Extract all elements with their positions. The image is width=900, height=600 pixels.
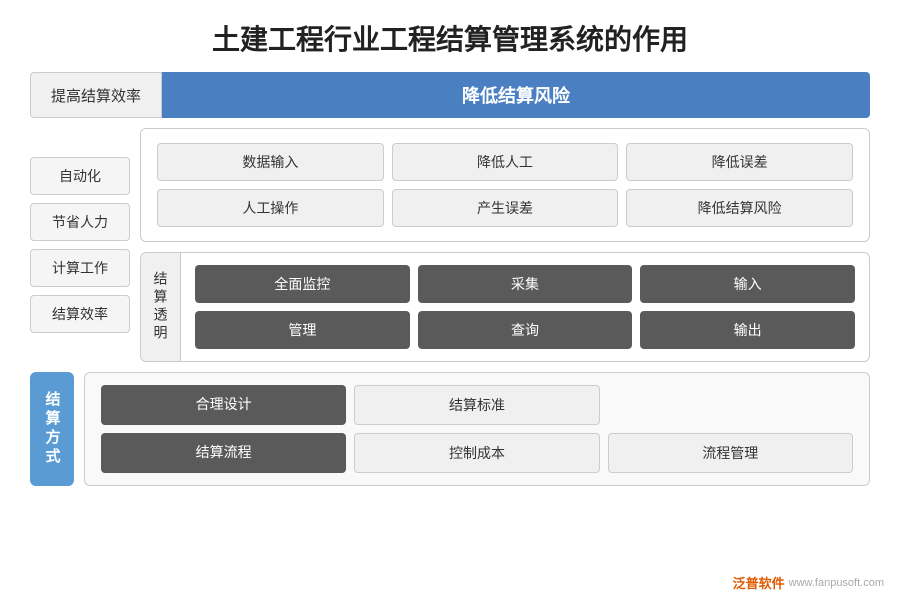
left-sidebar-item: 节省人力 [30, 203, 130, 241]
top-tag: 降低结算风险 [626, 189, 853, 227]
page-title: 土建工程行业工程结算管理系统的作用 [0, 0, 900, 72]
bottom-grid: 合理设计结算标准结算流程控制成本流程管理 [101, 385, 853, 473]
bottom-tag: 流程管理 [608, 433, 853, 473]
header-row: 提高结算效率 降低结算风险 [30, 72, 870, 118]
monitor-grid: 全面监控采集输入管理查询输出 [195, 265, 855, 349]
monitor-tag: 全面监控 [195, 265, 410, 303]
monitor-tag: 输出 [640, 311, 855, 349]
bottom-section: 结算方式 合理设计结算标准结算流程控制成本流程管理 [30, 372, 870, 486]
monitor-tag: 管理 [195, 311, 410, 349]
bottom-panel: 结算透明 全面监控采集输入管理查询输出 [140, 252, 870, 362]
top-tag: 降低误差 [626, 143, 853, 181]
top-tag: 降低人工 [392, 143, 619, 181]
bottom-tag: 结算流程 [101, 433, 346, 473]
bottom-tag: 合理设计 [101, 385, 346, 425]
bottom-section-label: 结算方式 [30, 372, 74, 486]
bottom-tag [608, 385, 853, 425]
top-tag: 数据输入 [157, 143, 384, 181]
header-right-label: 降低结算风险 [162, 72, 870, 118]
bottom-section-content: 合理设计结算标准结算流程控制成本流程管理 [84, 372, 870, 486]
left-sidebar-item: 结算效率 [30, 295, 130, 333]
monitor-tag: 采集 [418, 265, 633, 303]
monitor-tag: 查询 [418, 311, 633, 349]
top-tags-grid: 数据输入降低人工降低误差人工操作产生误差降低结算风险 [157, 143, 853, 227]
header-left-label: 提高结算效率 [30, 72, 162, 118]
top-tag: 人工操作 [157, 189, 384, 227]
left-sidebar-item: 计算工作 [30, 249, 130, 287]
bottom-tag: 结算标准 [354, 385, 599, 425]
watermark-logo: 泛普软件 [733, 573, 785, 592]
bottom-panel-label: 结算透明 [141, 253, 181, 361]
monitor-tag: 输入 [640, 265, 855, 303]
left-sidebar: 自动化节省人力计算工作结算效率 [30, 128, 130, 362]
bottom-tag: 控制成本 [354, 433, 599, 473]
watermark: 泛普软件 www.fanpusoft.com [733, 573, 884, 592]
watermark-url: www.fanpusoft.com [789, 577, 884, 589]
bottom-panel-content: 全面监控采集输入管理查询输出 [181, 253, 869, 361]
right-panels: 数据输入降低人工降低误差人工操作产生误差降低结算风险 结算透明 全面监控采集输入… [140, 128, 870, 362]
left-sidebar-item: 自动化 [30, 157, 130, 195]
top-panel: 数据输入降低人工降低误差人工操作产生误差降低结算风险 [140, 128, 870, 242]
top-tag: 产生误差 [392, 189, 619, 227]
content-area: 自动化节省人力计算工作结算效率 数据输入降低人工降低误差人工操作产生误差降低结算… [30, 128, 870, 362]
